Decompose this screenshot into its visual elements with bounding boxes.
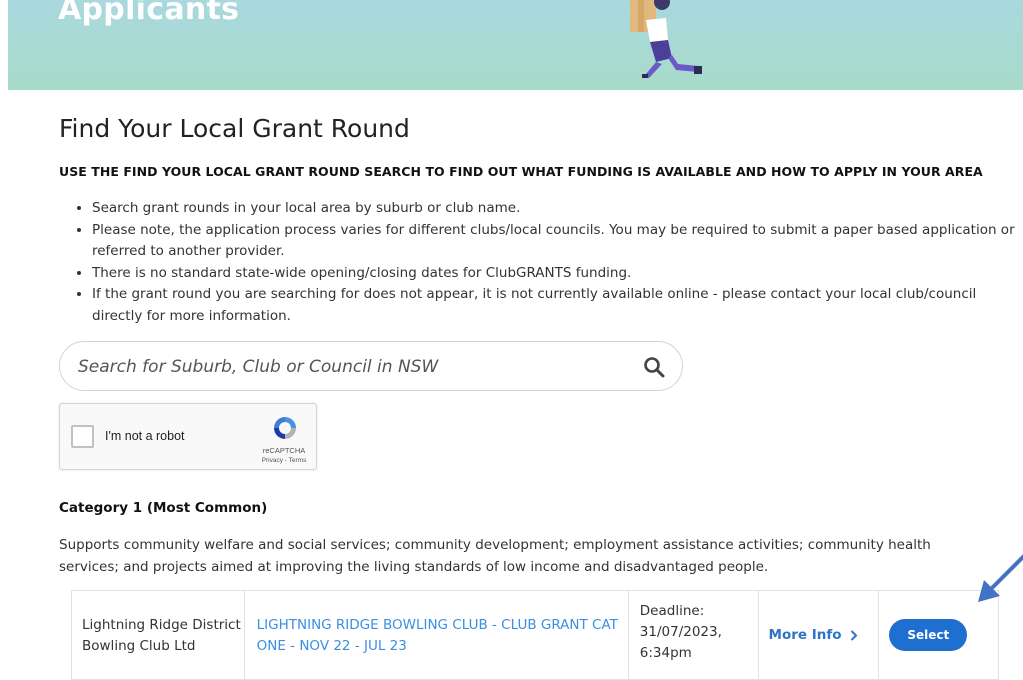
recaptcha-widget: I'm not a robot reCAPTCHA Privacy - Term… [59, 403, 317, 470]
deadline-cell: Deadline: 31/07/2023, 6:34pm [629, 591, 759, 679]
select-button[interactable]: Select [889, 619, 968, 651]
captcha-label: I'm not a robot [105, 429, 185, 443]
search-input[interactable] [76, 342, 620, 392]
captcha-checkbox[interactable] [71, 425, 94, 448]
captcha-privacy-terms-link[interactable]: Privacy - Terms [256, 457, 312, 464]
deadline-time: 6:34pm [639, 645, 692, 661]
deadline-date: 31/07/2023, [639, 624, 722, 640]
club-name-cell: Lightning Ridge District Bowling Club Lt… [72, 591, 245, 679]
list-item: Please note, the application process var… [92, 220, 1023, 263]
category-title: Category 1 (Most Common) [59, 500, 268, 516]
info-notes-list: Search grant rounds in your local area b… [72, 198, 1023, 327]
grant-round-link[interactable]: LIGHTNING RIDGE BOWLING CLUB - CLUB GRAN… [245, 591, 629, 679]
list-item: There is no standard state-wide opening/… [92, 263, 1023, 285]
list-item: If the grant round you are searching for… [92, 284, 1023, 327]
more-info-label: More Info [768, 627, 842, 643]
page-subheading: USE THE FIND YOUR LOCAL GRANT ROUND SEAR… [59, 164, 983, 179]
captcha-brand: reCAPTCHA [262, 446, 306, 455]
hero-banner: Applicants [8, 0, 1023, 90]
category-description: Supports community welfare and social se… [59, 537, 931, 575]
banner-title: Applicants [58, 0, 240, 27]
chevron-right-icon [850, 629, 857, 641]
list-item: Search grant rounds in your local area b… [92, 198, 1023, 220]
table-row: Lightning Ridge District Bowling Club Lt… [71, 590, 999, 680]
page-title: Find Your Local Grant Round [59, 114, 410, 143]
person-carrying-box-illustration [630, 0, 702, 78]
search-icon[interactable] [643, 356, 665, 378]
more-info-link[interactable]: More Info [769, 627, 858, 643]
more-info-cell: More Info [759, 591, 880, 679]
search-bar [59, 341, 683, 392]
deadline-label: Deadline: [639, 603, 705, 619]
annotation-arrow-icon [978, 554, 1023, 602]
recaptcha-logo-icon [274, 417, 296, 439]
